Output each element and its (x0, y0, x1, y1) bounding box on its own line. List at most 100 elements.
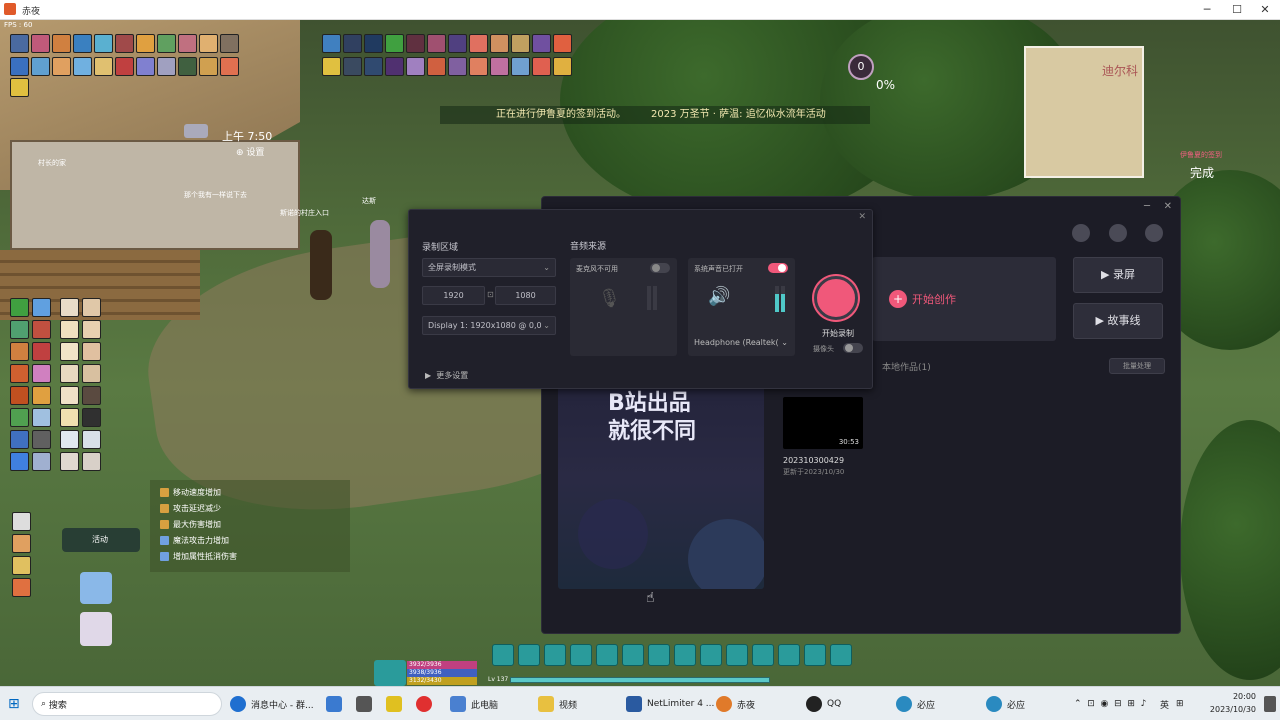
taskbar-app[interactable] (356, 687, 377, 721)
link-icon[interactable]: ⊡ (487, 290, 494, 299)
skill-icon[interactable] (364, 57, 383, 76)
recorder-close-button[interactable]: ✕ (1164, 201, 1172, 212)
recorder-settings-popup[interactable]: ✕ 录制区域 全屏录制模式 ⌄ 1920 ⊡ 1080 Display 1: 19… (408, 209, 873, 389)
taskbar-app[interactable]: 赤夜 (716, 687, 755, 721)
maximize-button[interactable]: ☐ (1222, 2, 1252, 18)
skill-slot[interactable] (596, 644, 618, 666)
skill-icon[interactable] (385, 57, 404, 76)
story-line-button[interactable]: ▶ 故事线 (1073, 303, 1163, 339)
skill-slot[interactable] (778, 644, 800, 666)
skill-icon[interactable] (31, 34, 50, 53)
top-icon-bar-1[interactable] (10, 34, 239, 53)
taskbar-app[interactable] (326, 687, 347, 721)
top-icon-bar-4[interactable] (322, 57, 572, 76)
buff-icon[interactable] (10, 298, 29, 317)
side-menu-icon[interactable] (12, 556, 31, 575)
buff-icon[interactable] (10, 342, 29, 361)
buff-icon[interactable] (32, 386, 51, 405)
popup-close-button[interactable]: ✕ (858, 212, 866, 222)
side-menu-icon[interactable] (12, 578, 31, 597)
buff-icon[interactable] (10, 364, 29, 383)
width-input[interactable]: 1920 (422, 286, 485, 305)
skill-icon[interactable] (532, 34, 551, 53)
party-portrait[interactable] (60, 408, 79, 427)
skill-icon[interactable] (115, 57, 134, 76)
buff-icon[interactable] (10, 408, 29, 427)
more-settings-toggle[interactable]: ▶ 更多设置 (425, 370, 468, 381)
side-menu-icon[interactable] (12, 534, 31, 553)
record-mode-select[interactable]: 全屏录制模式 ⌄ (422, 258, 556, 277)
party-portrait[interactable] (82, 408, 101, 427)
buff-icon[interactable] (32, 408, 51, 427)
skill-icon[interactable] (199, 57, 218, 76)
skill-icon[interactable] (427, 34, 446, 53)
skill-icon[interactable] (385, 34, 404, 53)
skill-icon[interactable] (73, 57, 92, 76)
buff-icon[interactable] (32, 298, 51, 317)
game-viewport[interactable]: FPS : 60 上午 7:50 ⊕ 设置 村长的家 那个我有一样说下去 斯诺的… (0, 20, 1280, 686)
skill-icon[interactable] (553, 34, 572, 53)
taskbar-app[interactable]: 消息中心 - 群... (230, 687, 314, 721)
buff-icon[interactable] (32, 452, 51, 471)
party-portrait[interactable] (82, 342, 101, 361)
display-select[interactable]: Display 1: 1920x1080 @ 0,0 ⌄ (422, 316, 556, 335)
height-input[interactable]: 1080 (495, 286, 556, 305)
taskbar-app[interactable]: QQ (806, 687, 841, 721)
close-button[interactable]: ✕ (1250, 2, 1280, 18)
settings-link[interactable]: ⊕ 设置 (236, 145, 264, 158)
skill-icon[interactable] (31, 57, 50, 76)
batch-process-button[interactable]: 批量处理 (1109, 358, 1165, 374)
skill-icon[interactable] (220, 57, 239, 76)
skill-icon[interactable] (10, 34, 29, 53)
taskbar-app[interactable]: NetLimiter 4 ... (626, 687, 714, 721)
taskbar-app[interactable]: 必应 (896, 687, 935, 721)
skill-icon[interactable] (511, 57, 530, 76)
skill-slot[interactable] (544, 644, 566, 666)
top-icon-bar-2[interactable] (10, 57, 239, 76)
skill-icon[interactable] (343, 57, 362, 76)
system-tray-icons[interactable]: ⌃ ⊡ ◉ ⊟ ⊞ ♪ (1074, 687, 1146, 721)
party-portrait[interactable] (60, 364, 79, 383)
character-icon[interactable] (374, 660, 406, 686)
menu-icon[interactable] (10, 78, 29, 97)
camera-toggle[interactable] (843, 343, 863, 353)
start-button[interactable]: ⊞ (8, 687, 20, 721)
skill-slot[interactable] (830, 644, 852, 666)
skill-icon[interactable] (94, 57, 113, 76)
skill-icon[interactable] (469, 57, 488, 76)
settings-icon[interactable] (1109, 224, 1127, 242)
skill-icon[interactable] (343, 34, 362, 53)
player-character[interactable] (310, 230, 332, 300)
skill-icon[interactable] (406, 34, 425, 53)
start-create-card[interactable]: + 开始创作 (872, 257, 1056, 341)
buff-icon[interactable] (32, 430, 51, 449)
taskbar-app[interactable]: 视频 (538, 687, 577, 721)
cat-mascot-icon[interactable] (80, 612, 112, 646)
video-thumbnail[interactable]: 30:53 (783, 397, 863, 449)
system-audio-toggle[interactable] (768, 263, 788, 273)
skill-icon[interactable] (490, 34, 509, 53)
taskbar-app[interactable]: 必应 (986, 687, 1025, 721)
party-portrait[interactable] (82, 386, 101, 405)
buff-icon[interactable] (10, 430, 29, 449)
skill-icon[interactable] (364, 34, 383, 53)
snowflake-icon[interactable] (80, 572, 112, 604)
skill-icon[interactable] (220, 34, 239, 53)
party-portrait[interactable] (82, 452, 101, 471)
skill-icon[interactable] (10, 57, 29, 76)
user-icon[interactable] (1072, 224, 1090, 242)
skill-slot[interactable] (518, 644, 540, 666)
skill-icon[interactable] (532, 57, 551, 76)
buff-icon[interactable] (10, 452, 29, 471)
skill-slot[interactable] (492, 644, 514, 666)
record-screen-button[interactable]: ▶ 录屏 (1073, 257, 1163, 293)
skill-icon[interactable] (490, 57, 509, 76)
skill-icon[interactable] (94, 34, 113, 53)
activity-button[interactable]: 活动 (62, 528, 140, 552)
party-portrait[interactable] (60, 320, 79, 339)
start-record-button[interactable] (814, 276, 858, 320)
skill-icon[interactable] (136, 34, 155, 53)
skill-icon[interactable] (469, 34, 488, 53)
skill-icon[interactable] (322, 57, 341, 76)
minimize-button[interactable]: ─ (1192, 2, 1222, 18)
